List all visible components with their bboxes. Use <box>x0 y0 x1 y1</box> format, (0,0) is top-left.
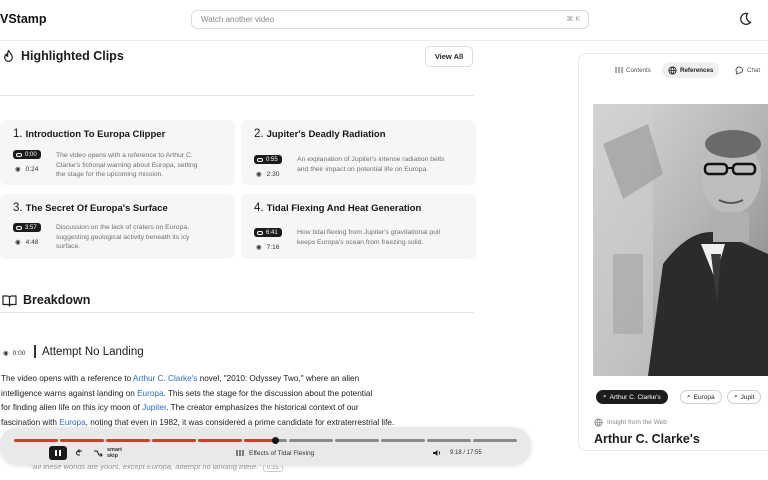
book-open-icon <box>2 294 17 307</box>
tab-chat[interactable]: Chat <box>729 62 766 78</box>
search-icon: ⌕ <box>603 393 607 400</box>
clip-title: 4. Tidal Flexing And Heat Generation <box>254 202 422 214</box>
clip-title: 3. The Secret Of Europa's Surface <box>13 202 168 214</box>
header-divider <box>0 40 768 41</box>
video-player-bar: smart skip Effects of Tidal Flexing 9:18 … <box>0 427 531 465</box>
clip-title: 2. Jupiter's Deadly Radiation <box>254 128 386 140</box>
eye-icon: ◉ <box>15 166 21 173</box>
entity-link[interactable]: Arthur C. Clarke's <box>133 374 197 383</box>
eye-icon: ◉ <box>256 244 262 251</box>
section-timestamp[interactable]: ◉ 0:00 <box>3 349 25 358</box>
progress-segment[interactable] <box>151 439 196 442</box>
play-icon <box>257 157 263 162</box>
reference-photo <box>593 104 768 376</box>
quote-timestamp[interactable]: 0:15 <box>262 464 283 472</box>
reference-chip[interactable]: ⌕ Jupit <box>727 390 762 404</box>
globe-icon <box>668 65 677 75</box>
app-logo[interactable]: VStamp <box>0 12 47 26</box>
flame-icon <box>4 49 13 62</box>
insight-label: Insight from the Web <box>594 418 667 427</box>
clip-timestamp[interactable]: 0:55 <box>254 155 282 164</box>
chapters-icon <box>236 450 244 456</box>
progress-segment[interactable] <box>197 439 242 442</box>
clip-card[interactable]: 4. Tidal Flexing And Heat Generation 6:41… <box>241 194 476 259</box>
clip-title: 1. Introduction To Europa Clipper <box>13 128 166 140</box>
section-paragraph: The video opens with a reference to Arth… <box>1 374 395 427</box>
play-icon <box>16 152 22 157</box>
search-input[interactable]: Watch another video ⌘ K <box>191 10 589 29</box>
search-shortcut: ⌘ K <box>566 16 580 23</box>
search-icon: ⌕ <box>734 393 738 400</box>
clip-card[interactable]: 1. Introduction To Europa Clipper 0:00 ◉ 0… <box>0 120 235 185</box>
rewind-icon[interactable] <box>75 448 85 458</box>
progress-segment[interactable] <box>289 439 334 442</box>
smart-skip-label[interactable]: smart skip <box>107 447 122 459</box>
progress-segment[interactable] <box>427 439 472 442</box>
play-icon <box>257 230 263 235</box>
eye-icon: ◉ <box>256 171 262 178</box>
reference-title: Arthur C. Clarke's <box>594 432 700 446</box>
current-chapter[interactable]: Effects of Tidal Flexing <box>236 449 314 457</box>
pause-button[interactable] <box>49 446 67 460</box>
clip-timestamp[interactable]: 6:41 <box>254 228 282 237</box>
highlights-heading: Highlighted Clips <box>2 49 124 63</box>
clip-card[interactable]: 2. Jupiter's Deadly Radiation 0:55 ◉ 2:30 … <box>241 120 476 185</box>
progress-segment[interactable] <box>473 439 517 442</box>
progress-segment[interactable] <box>14 439 58 442</box>
clip-views: ◉ 0:24 <box>15 165 39 174</box>
clip-description: How tidal flexing from Jupiter's gravita… <box>297 229 440 246</box>
clip-timestamp[interactable]: 0:00 <box>13 150 41 159</box>
progress-handle[interactable] <box>272 437 280 444</box>
tab-references[interactable]: References <box>662 62 720 78</box>
volume-icon[interactable] <box>432 448 442 458</box>
reference-chip[interactable]: ⌕ Europa <box>680 390 722 404</box>
progress-segment[interactable] <box>335 439 380 442</box>
progress-segment[interactable] <box>105 439 150 442</box>
clip-views: ◉ 7:16 <box>256 243 280 252</box>
progress-segment[interactable] <box>243 439 288 442</box>
breakdown-heading: Breakdown <box>2 293 90 307</box>
eye-icon: ◉ <box>3 350 9 357</box>
breakdown-title: Breakdown <box>23 293 91 307</box>
entity-link[interactable]: Europa <box>137 389 163 398</box>
clip-description: Discussion on the lack of craters on Eur… <box>56 224 190 250</box>
search-icon: ⌕ <box>687 393 691 400</box>
highlights-divider <box>0 95 474 96</box>
clip-card[interactable]: 3. The Secret Of Europa's Surface 3:57 ◉ 4… <box>0 194 235 259</box>
moon-icon[interactable] <box>736 10 754 28</box>
globe-icon <box>594 418 603 427</box>
view-all-button[interactable]: View All <box>425 46 473 67</box>
clip-views: ◉ 4:48 <box>15 238 39 247</box>
clip-description: An explanation of Jupiter's intense radi… <box>297 156 445 173</box>
references-panel: Contents References Chat ⌕Arthur C. Cla <box>578 53 768 451</box>
playback-time: 9:18 / 17:55 <box>450 450 482 456</box>
tab-contents[interactable]: Contents <box>609 62 657 78</box>
clip-timestamp[interactable]: 3:57 <box>13 223 41 232</box>
contents-icon <box>615 67 623 73</box>
breakdown-divider <box>0 312 474 313</box>
reference-chip[interactable]: ⌕ Arthur C. Clarke's <box>596 390 668 404</box>
eye-icon: ◉ <box>15 239 21 246</box>
play-icon <box>16 225 22 230</box>
clip-description: The video opens with a reference to Arth… <box>56 152 198 178</box>
smart-skip-icon[interactable] <box>93 448 103 458</box>
entity-link[interactable]: Europa <box>59 418 85 427</box>
progress-segment[interactable] <box>59 439 104 442</box>
search-placeholder: Watch another video <box>201 15 275 24</box>
section-title: Attempt No Landing <box>34 345 144 358</box>
clip-views: ◉ 2:30 <box>256 170 280 179</box>
highlights-title: Highlighted Clips <box>21 49 124 63</box>
chat-bubble-icon <box>735 66 743 75</box>
progress-segment[interactable] <box>381 439 426 442</box>
entity-link[interactable]: Jupiter <box>142 403 166 412</box>
